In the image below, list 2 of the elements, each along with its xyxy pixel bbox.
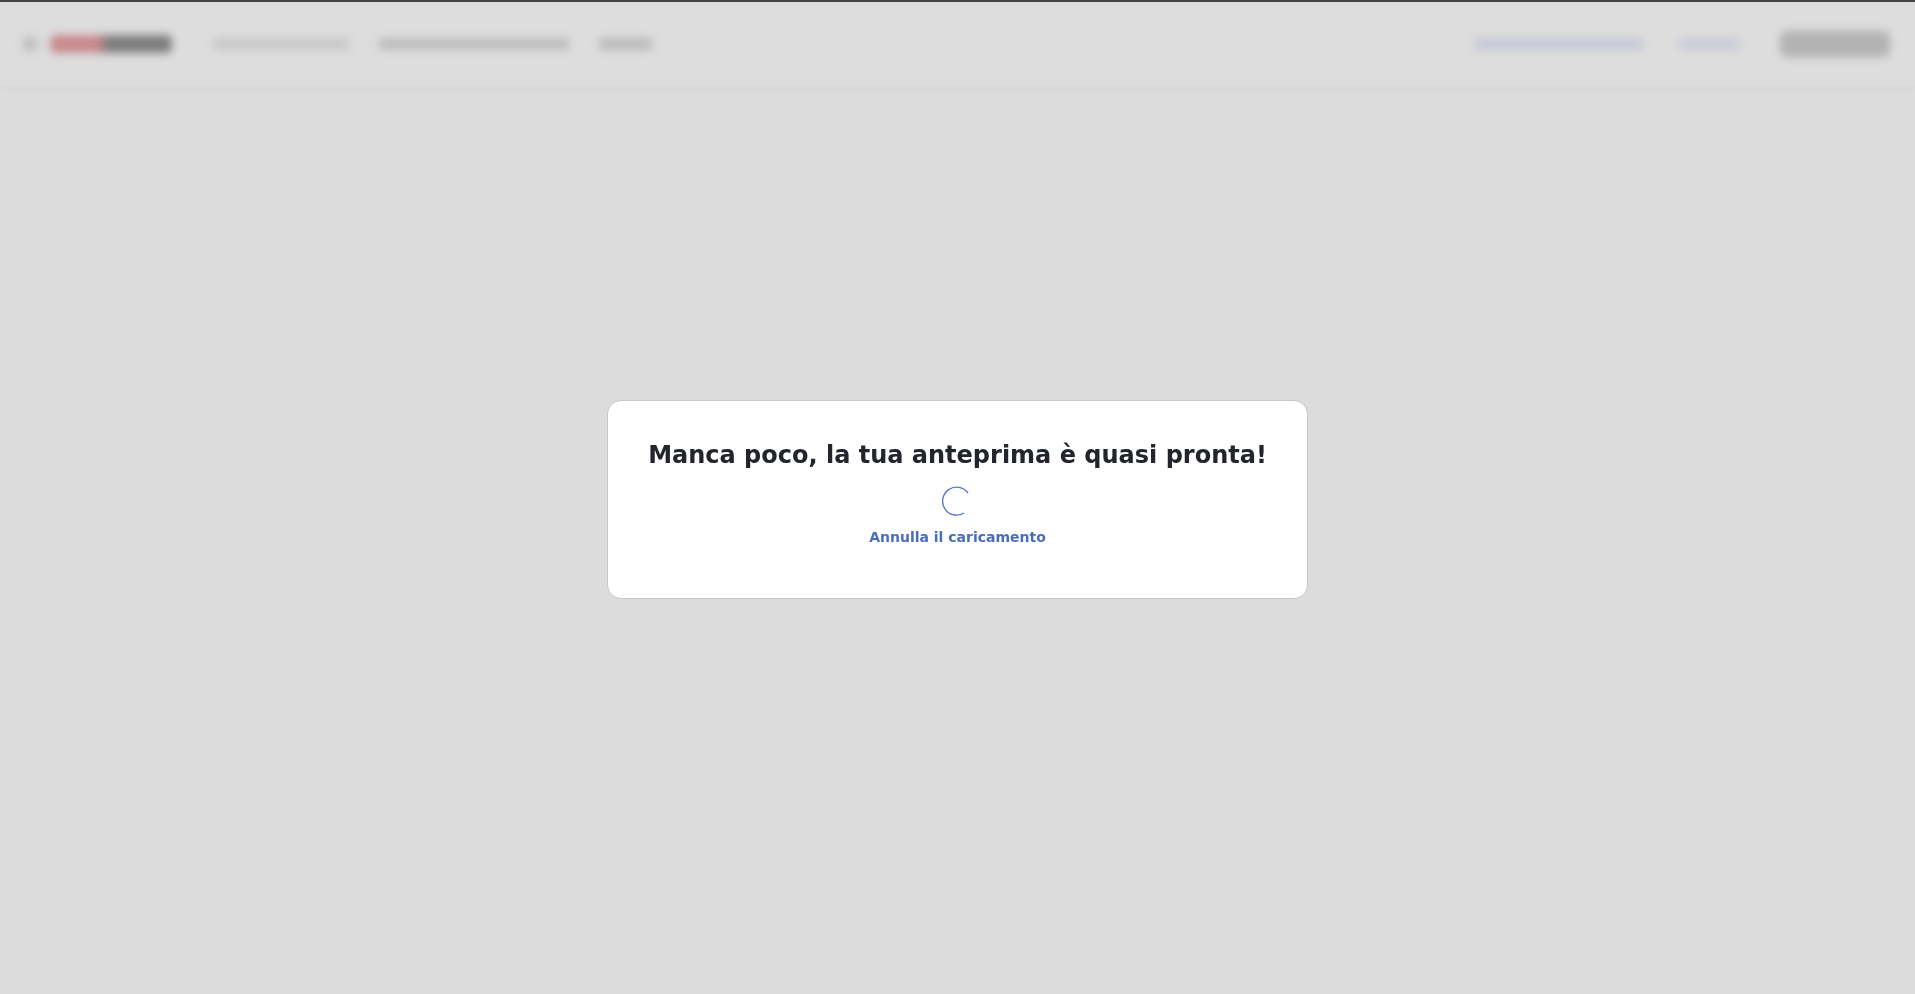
cancel-link[interactable]: Annulla il caricamento (869, 528, 1046, 545)
dialog-title: Manca poco, la tua anteprima è quasi pronta! (648, 440, 1267, 469)
